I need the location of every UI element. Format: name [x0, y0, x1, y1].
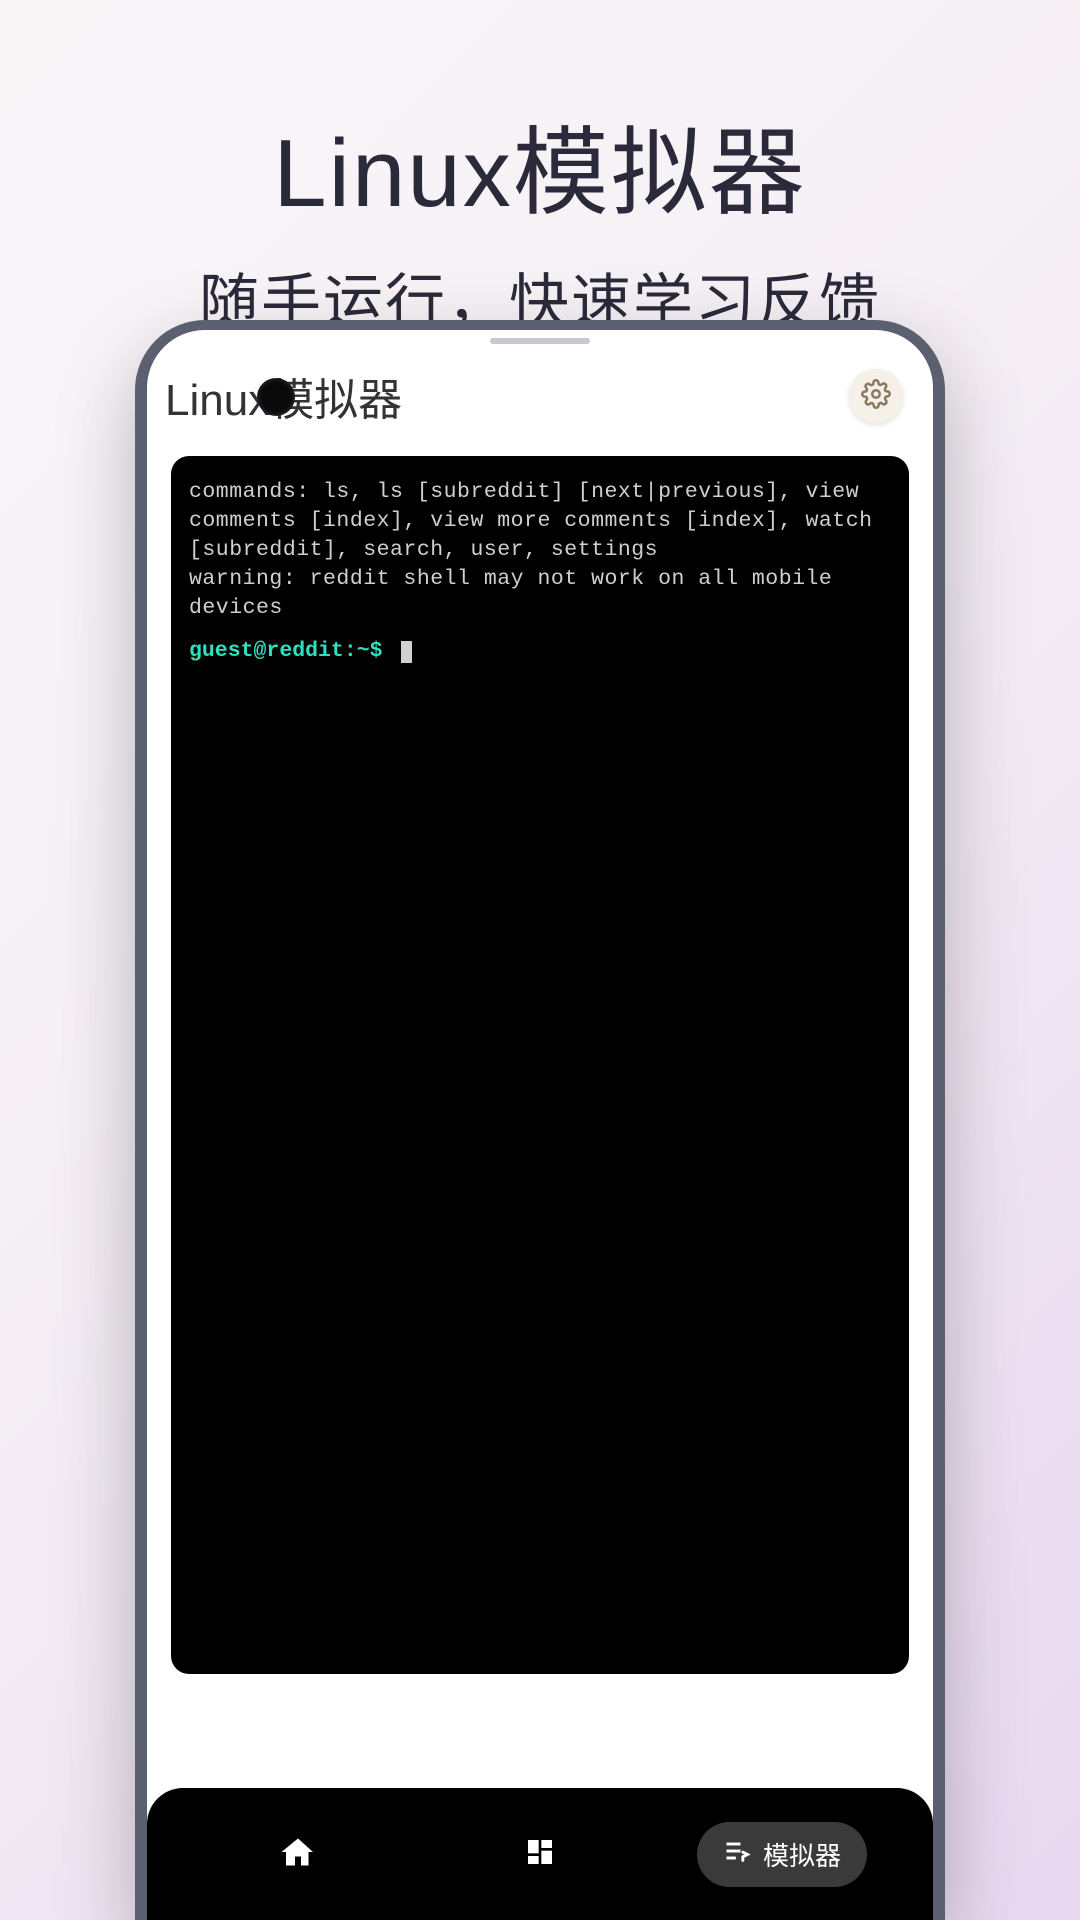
settings-button[interactable]: [849, 369, 903, 423]
phone-screen: Linux模拟器 commands: ls, ls [subreddit] [n…: [147, 330, 933, 1920]
nav-home[interactable]: [177, 1819, 419, 1889]
terminal-help-text: commands: ls, ls [subreddit] [next|previ…: [189, 478, 891, 565]
hero-section: Linux模拟器 随手运行，快速学习反馈: [0, 0, 1080, 341]
hero-title: Linux模拟器: [0, 95, 1080, 234]
phone-speaker: [490, 338, 590, 344]
nav-emulator[interactable]: 模拟器: [661, 1819, 903, 1889]
terminal-window[interactable]: commands: ls, ls [subreddit] [next|previ…: [171, 456, 909, 1674]
bottom-nav: 模拟器: [147, 1788, 933, 1920]
terminal-cursor: [401, 641, 412, 663]
terminal-prompt-line: guest@reddit:~$: [189, 637, 891, 666]
phone-camera: [257, 378, 295, 416]
nav-emulator-pill: 模拟器: [697, 1822, 867, 1887]
nav-dashboard[interactable]: [419, 1819, 661, 1889]
terminal-prompt: guest@reddit:~$: [189, 639, 383, 663]
phone-frame: Linux模拟器 commands: ls, ls [subreddit] [n…: [135, 320, 945, 1920]
home-icon: [280, 1834, 316, 1875]
nav-emulator-label: 模拟器: [763, 1836, 841, 1873]
emulator-icon: [723, 1837, 751, 1872]
gear-icon: [861, 379, 891, 414]
grid-icon: [524, 1836, 556, 1873]
terminal-warning-text: warning: reddit shell may not work on al…: [189, 565, 891, 623]
